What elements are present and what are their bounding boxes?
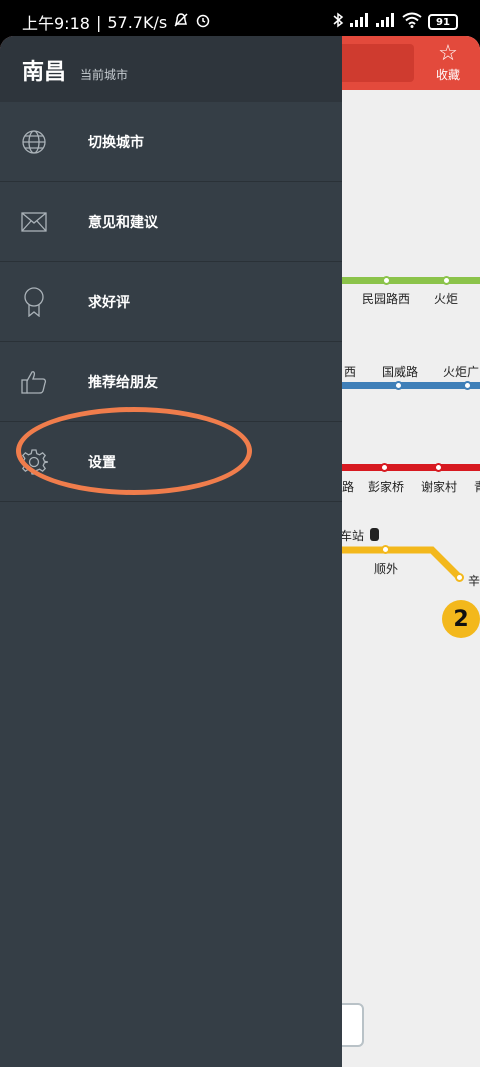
globe-icon [0,129,88,155]
menu-item-label: 推荐给朋友 [88,374,158,391]
status-divider: | [95,12,102,32]
ribbon-icon [0,286,88,317]
station-label[interactable]: 彭家桥 [368,478,404,495]
muted-bell-icon [173,12,189,32]
menu-item-label: 意见和建议 [88,214,158,231]
train-icon [370,528,379,541]
station-dot[interactable] [381,545,390,554]
station-label[interactable]: 青 [474,478,480,495]
station-label[interactable]: 火炬 [434,290,458,307]
current-city-name[interactable]: 南昌 [22,54,66,86]
station-dot[interactable] [455,573,464,582]
menu-item-label: 切换城市 [88,134,144,151]
station-label[interactable]: 民园路西 [362,290,410,307]
station-dot[interactable] [382,276,391,285]
metro-line-yellow [342,546,463,581]
favorites-button[interactable]: ☆ 收藏 [420,40,476,88]
menu-item-feedback[interactable]: 意见和建议 [0,182,342,262]
station-label[interactable]: 辛 [468,572,480,589]
bluetooth-icon [332,12,344,32]
menu-item-rate[interactable]: 求好评 [0,262,342,342]
station-label[interactable]: 路 [342,478,354,495]
drawer-header: 南昌 当前城市 [0,36,342,102]
thumbs-up-icon [0,369,88,395]
network-speed: 57.7K/s [107,12,168,32]
favorites-label: 收藏 [435,68,460,82]
station-dot[interactable] [394,381,403,390]
signal-icon-2 [376,13,396,31]
station-label[interactable]: 国威路 [382,363,418,380]
wifi-icon [402,12,422,32]
station-dot[interactable] [380,463,389,472]
navigation-drawer: 南昌 当前城市 切换城市 意见和建议 求好评 推荐给朋友 设置 [0,36,342,1067]
station-label[interactable]: 火炬广 [443,363,479,380]
metro-line-red [342,464,480,471]
search-box[interactable] [330,44,414,82]
star-icon: ☆ [438,40,458,65]
battery-indicator: 91 [428,14,458,30]
signal-icon [350,13,370,31]
station-dot[interactable] [434,463,443,472]
station-label[interactable]: 西 [344,363,356,380]
station-dot[interactable] [442,276,451,285]
line-2-badge[interactable]: 2 [442,600,480,638]
envelope-icon [0,211,88,232]
annotation-highlight-oval [16,407,252,495]
station-label[interactable]: 顺外 [374,560,398,577]
metro-line-blue [342,382,480,389]
status-time: 上午9:18 [22,14,90,33]
metro-line-green [342,277,480,284]
current-city-caption: 当前城市 [80,68,129,82]
menu-item-label: 求好评 [88,294,130,311]
station-label[interactable]: 谢家村 [421,478,457,495]
station-dot[interactable] [463,381,472,390]
menu-item-switch-city[interactable]: 切换城市 [0,102,342,182]
alarm-icon [195,12,211,32]
